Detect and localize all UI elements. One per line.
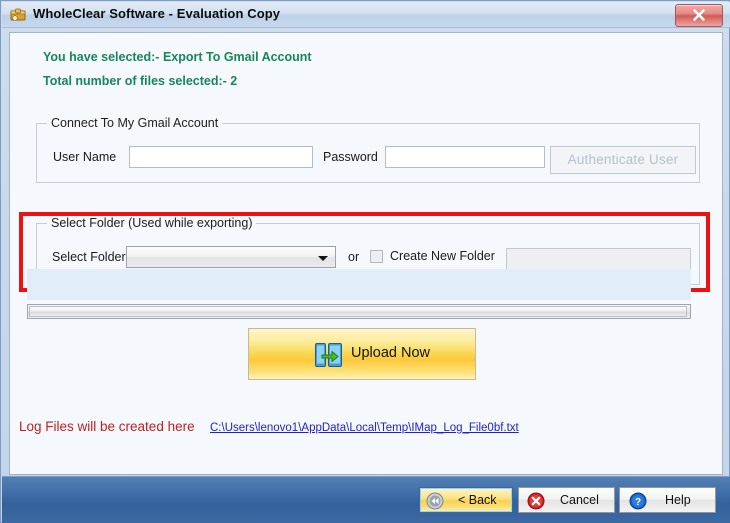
svg-text:?: ? bbox=[635, 497, 641, 508]
horizontal-scrollbar[interactable] bbox=[27, 304, 691, 319]
close-button[interactable] bbox=[675, 4, 723, 27]
window-title: WholeClear Software - Evaluation Copy bbox=[33, 6, 281, 21]
create-new-folder-input[interactable] bbox=[506, 248, 691, 270]
folder-group-title: Select Folder (Used while exporting) bbox=[47, 216, 257, 230]
file-list-panel bbox=[27, 269, 691, 300]
chevron-down-icon bbox=[318, 256, 328, 261]
package-icon bbox=[10, 7, 27, 23]
rewind-icon bbox=[426, 492, 444, 510]
gmail-account-group: Connect To My Gmail Account User Name Pa… bbox=[36, 116, 700, 183]
application-window: WholeClear Software - Evaluation Copy Yo… bbox=[0, 0, 730, 523]
log-file-path-link[interactable]: C:\Users\lenovo1\AppData\Local\Temp\IMap… bbox=[210, 422, 519, 434]
close-icon bbox=[693, 9, 705, 21]
back-button[interactable]: < Back bbox=[419, 487, 513, 513]
cancel-button[interactable]: Cancel bbox=[518, 487, 615, 513]
help-button-label: Help bbox=[665, 493, 691, 507]
content-panel: You have selected:- Export To Gmail Acco… bbox=[9, 32, 723, 475]
select-folder-dropdown[interactable] bbox=[126, 246, 336, 268]
log-files-text: Log Files will be created here bbox=[19, 419, 195, 434]
authenticate-user-button[interactable]: Authenticate User bbox=[550, 146, 696, 174]
upload-now-label: Upload Now bbox=[351, 345, 430, 361]
password-input[interactable] bbox=[385, 146, 545, 168]
username-input[interactable] bbox=[129, 146, 313, 168]
create-new-folder-label: Create New Folder bbox=[390, 249, 495, 263]
upload-now-button[interactable]: Upload Now bbox=[248, 328, 476, 380]
password-label: Password bbox=[323, 150, 378, 164]
cancel-button-label: Cancel bbox=[560, 493, 599, 507]
selection-status-text: You have selected:- Export To Gmail Acco… bbox=[43, 50, 312, 64]
file-count-status-text: Total number of files selected:- 2 bbox=[43, 74, 238, 88]
footer-command-bar: < Back Cancel ? Help bbox=[2, 476, 730, 523]
title-bar: WholeClear Software - Evaluation Copy bbox=[2, 2, 730, 28]
gmail-group-title: Connect To My Gmail Account bbox=[47, 116, 223, 130]
help-button[interactable]: ? Help bbox=[619, 487, 716, 513]
upload-transfer-icon bbox=[315, 342, 343, 368]
create-new-folder-checkbox[interactable] bbox=[370, 250, 383, 263]
username-label: User Name bbox=[53, 150, 117, 164]
select-folder-label: Select Folder bbox=[52, 250, 126, 264]
scrollbar-thumb[interactable] bbox=[29, 306, 687, 317]
question-mark-icon: ? bbox=[629, 492, 647, 510]
back-button-label: < Back bbox=[458, 493, 497, 507]
or-label: or bbox=[348, 250, 360, 264]
error-x-icon bbox=[527, 492, 545, 510]
